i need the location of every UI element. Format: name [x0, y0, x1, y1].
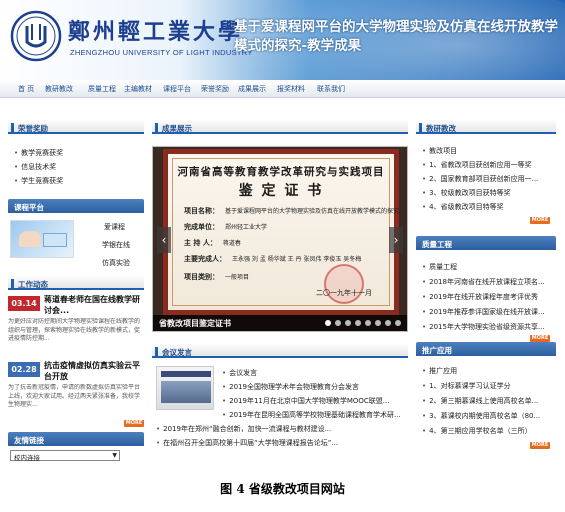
- honors-item[interactable]: • 学生竞赛获奖: [14, 176, 63, 186]
- nav-item-showcase[interactable]: 成果展示: [238, 84, 266, 94]
- nav-item-reform[interactable]: 教研教改: [45, 84, 73, 94]
- application-item[interactable]: • 1、对标慕课学习认证学分: [422, 381, 552, 391]
- carousel-dot[interactable]: [385, 320, 391, 326]
- certificate-row: 主 持 人： 蒋道春: [184, 239, 241, 247]
- showcase-panel-title: 成果展示: [152, 120, 408, 134]
- quality-item[interactable]: • 2019年推荐参评国家级在线开放课...: [422, 307, 552, 317]
- nav-item-quality[interactable]: 质量工程: [88, 84, 116, 94]
- meeting-item[interactable]: • 2019年在昆明全国高等学校物理基础课程教育学术研...: [222, 410, 402, 420]
- carousel-caption-bar: 省教改项目鉴定证书: [153, 315, 407, 331]
- showcase-carousel[interactable]: 河南省高等教育教学改革研究与实践项目 鉴 定 证 书 项目名称： 基于爱课程网平台…: [152, 146, 408, 332]
- certificate-row: 完成单位： 郑州轻工业大学: [184, 223, 268, 231]
- carousel-dot[interactable]: [335, 320, 341, 326]
- meeting-item[interactable]: • 2019年11月在北京中国大学物理教学MOOC联盟...: [222, 396, 402, 406]
- meetings-panel-title: 会议发言: [152, 344, 408, 358]
- quality-item[interactable]: • 2015年大学物理实验省级资源共享...: [422, 322, 552, 332]
- reform-item[interactable]: • 4、省级教改项目特等奖: [422, 202, 552, 212]
- school-name-cn: 鄭州輕工業大學: [68, 19, 244, 45]
- carousel-dot[interactable]: [325, 320, 331, 326]
- reform-panel-title: 教研教改: [416, 120, 556, 134]
- reform-item[interactable]: • 2、国家教育部项目获创新应用一...: [422, 174, 552, 184]
- friend-links-selected: 校内连接: [14, 454, 40, 462]
- seal-stamp: [324, 264, 364, 304]
- nav-item-award-materials[interactable]: 报奖材料: [277, 84, 305, 94]
- meeting-item[interactable]: • 在福州召开全国高校第十四届“大学物理课程报告论坛”...: [156, 438, 404, 448]
- carousel-caption: 省教改项目鉴定证书: [159, 319, 231, 328]
- reform-item[interactable]: • 1、省教改项目获创新应用一等奖: [422, 160, 552, 170]
- project-title: 基于爱课程网平台的大学物理实验及仿真在线开放教学模式的探究-教学成果: [234, 19, 558, 54]
- site-banner: 鄭州輕工業大學 ZHENGZHOU UNIVERSITY OF LIGHT IN…: [0, 0, 565, 80]
- reform-item[interactable]: • 3、校级教改项目获特等奖: [422, 188, 552, 198]
- carousel-dot[interactable]: [365, 320, 371, 326]
- application-item[interactable]: • 推广应用: [422, 366, 552, 376]
- friend-links-select[interactable]: 校内连接 ▼: [10, 450, 120, 462]
- news-title[interactable]: 蒋道春老师在国在线教学研讨会...: [44, 294, 144, 316]
- meeting-item[interactable]: • 2019全国物理学术年会物理教育分会发言: [222, 382, 402, 392]
- news-date-badge: 03.14: [8, 296, 40, 311]
- chevron-down-icon: ▼: [112, 452, 117, 459]
- honors-item[interactable]: • 信息技术奖: [14, 162, 56, 172]
- carousel-prev-button[interactable]: ‹: [157, 227, 171, 253]
- application-panel-title: 推广应用: [416, 342, 556, 356]
- news-summary: 为了抗击新冠疫情，申请的新数虚拟仿真实验平台上线，欢迎大家试用。经过两天紧张准备…: [8, 384, 141, 408]
- news-panel-title: 工作动态: [8, 276, 144, 290]
- carousel-dot[interactable]: [345, 320, 351, 326]
- nav-item-platform[interactable]: 课程平台: [163, 84, 191, 94]
- carousel-dot[interactable]: [355, 320, 361, 326]
- certificate-image: 河南省高等教育教学改革研究与实践项目 鉴 定 证 书 项目名称： 基于爱课程网平台…: [163, 149, 399, 315]
- application-item[interactable]: • 4、第三期应用学校名单（三所）: [422, 426, 552, 436]
- school-name-en: ZHENGZHOU UNIVERSITY OF LIGHT INDUSTRY: [70, 48, 253, 57]
- university-logo-icon: [10, 10, 62, 62]
- carousel-next-button[interactable]: ›: [389, 227, 403, 253]
- nav-item-contact[interactable]: 联系我们: [317, 84, 345, 94]
- nav-item-textbooks[interactable]: 主编教材: [124, 84, 152, 94]
- honors-item[interactable]: • 教学竞赛获奖: [14, 148, 63, 158]
- quality-panel-title: 质量工程: [416, 236, 556, 250]
- platform-image: [10, 220, 74, 258]
- reform-more-button[interactable]: MORE: [530, 217, 550, 224]
- honors-panel-title: 荣誉奖励: [8, 120, 144, 134]
- quality-item[interactable]: • 质量工程: [422, 262, 552, 272]
- friend-links-title: 友情链接: [8, 432, 144, 446]
- certificate-row: 主要完成人： 王永强 刘 孟 杨华斌 王 丹 张凤伟 李俊玉 吴冬梅: [184, 255, 362, 263]
- application-item[interactable]: • 2、第三期慕课线上使用高校名单...: [422, 396, 552, 406]
- platform-link-simulation[interactable]: 仿真实验: [102, 258, 130, 268]
- application-item[interactable]: • 3、慕课校内期使用高校名单（80...: [422, 411, 552, 421]
- news-title[interactable]: 抗击疫情虚拟仿真实验云平台开放: [44, 360, 144, 382]
- news-summary: 为更好应对防控期间大学物理实验课程在线教学的组织与管理，探索物理实验在线教学的新…: [8, 318, 141, 342]
- quality-more-button[interactable]: MORE: [530, 335, 550, 342]
- meeting-item[interactable]: • 2019年在郑州“融合创新，加快一流课程与教材建设...: [156, 424, 404, 434]
- platform-panel-title: 课程平台: [8, 199, 144, 213]
- platform-link-xueyin[interactable]: 学银在线: [102, 240, 130, 250]
- news-date-badge: 02.28: [8, 362, 40, 377]
- quality-item[interactable]: • 2019年在线开放课程年度考评优秀: [422, 292, 552, 302]
- carousel-dot[interactable]: [395, 320, 401, 326]
- nav-item-honors[interactable]: 荣誉奖励: [201, 84, 229, 94]
- figure-caption: 图 4 省级教改项目网站: [220, 482, 345, 496]
- platform-link-icourse[interactable]: 爱课程: [104, 222, 125, 232]
- meeting-photo: [156, 366, 214, 410]
- quality-item[interactable]: • 2018年河南省在线开放课程立项名...: [422, 277, 552, 287]
- reform-item[interactable]: • 教改项目: [422, 146, 552, 156]
- meeting-item[interactable]: • 会议发言: [222, 368, 402, 378]
- carousel-dot[interactable]: [375, 320, 381, 326]
- nav-item-home[interactable]: 首 页: [18, 84, 34, 94]
- certificate-date: 二〇一九年十一月: [316, 289, 372, 297]
- certificate-heading: 河南省高等教育教学改革研究与实践项目: [177, 166, 385, 178]
- certificate-subheading: 鉴 定 证 书: [238, 183, 324, 199]
- certificate-row: 项目类别： 一般项目: [184, 273, 250, 281]
- certificate-row: 项目名称： 基于爱课程网平台的大学物理实验及仿真在线开放教学模式的探究: [184, 207, 400, 215]
- application-more-button[interactable]: MORE: [530, 442, 550, 449]
- news-more-button[interactable]: MORE: [124, 420, 144, 427]
- main-nav: 首 页 教研教改 质量工程 主编教材 课程平台 荣誉奖励 成果展示 报奖材料 联…: [0, 80, 565, 98]
